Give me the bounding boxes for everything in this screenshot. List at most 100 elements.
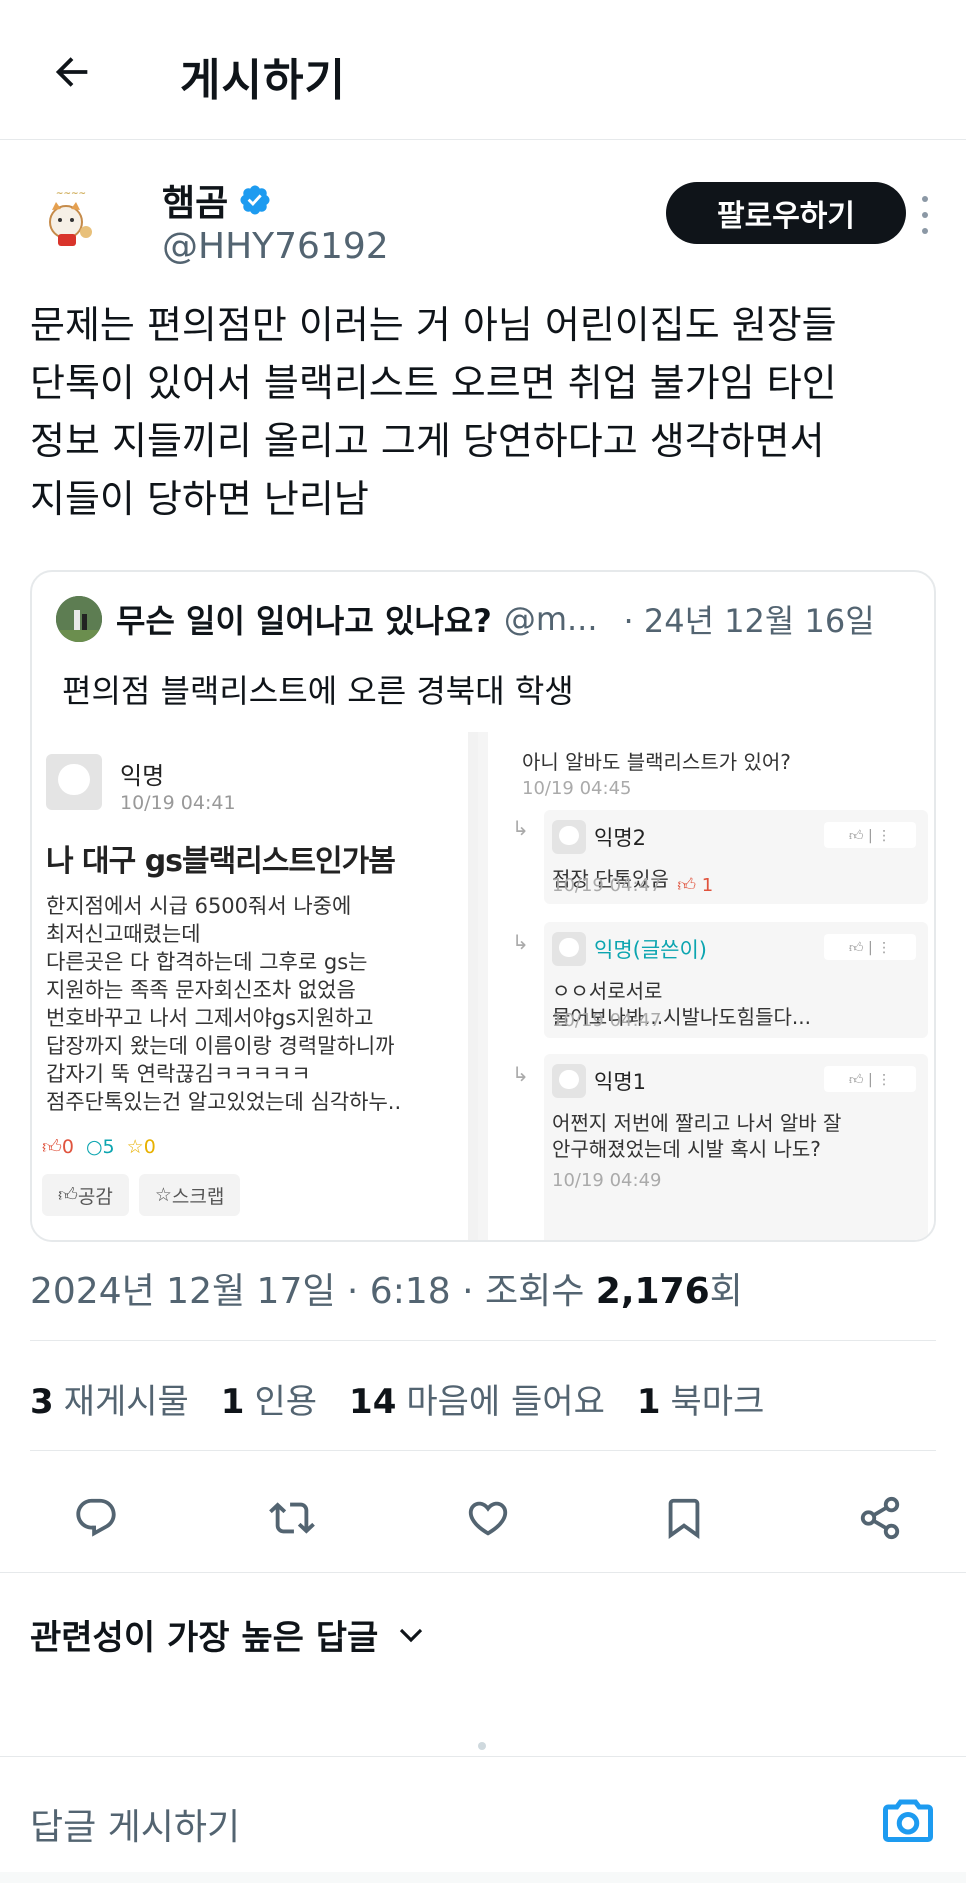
divider (0, 1572, 966, 1573)
star-icon: ☆ (126, 1136, 144, 1158)
bottom-bar (0, 1872, 966, 1883)
likes-stat[interactable]: 14 마음에 들어요 (349, 1374, 605, 1423)
reply-text: 어쩐지 저번에 짤리고 나서 알바 잘 안구해졌었는데 시발 혹시 나도? (552, 1110, 841, 1162)
post-likes: 👍︎0 (42, 1136, 74, 1159)
svg-text:~~~~: ~~~~ (56, 189, 86, 199)
post-author: 익명 (120, 762, 165, 790)
post-body-line: 갑자기 뚝 연락끊김ㅋㅋㅋㅋㅋ (46, 1062, 311, 1086)
quoted-author-name: 무슨 일이 일어나고 있나요? (116, 602, 492, 640)
post-avatar (46, 754, 102, 810)
quotes-count: 1 (220, 1382, 245, 1422)
likes-label: 마음에 들어요 (406, 1382, 605, 1422)
scrap-label: 스크랩 (171, 1185, 225, 1208)
quoted-avatar (56, 596, 102, 642)
reply-tools: 👍︎ | ⋮ (824, 934, 916, 960)
reply-author: 익명2 (594, 826, 647, 850)
engagement-stats: 3 재게시물 1 인용 14 마음에 들어요 1 북마크 (30, 1374, 764, 1423)
quoted-text: 편의점 블랙리스트에 오른 경북대 학생 (62, 672, 574, 710)
reply-text-line: 어쩐지 저번에 짤리고 나서 알바 잘 (552, 1111, 842, 1135)
retweet-button[interactable] (256, 1482, 328, 1554)
page-title: 게시하기 (180, 55, 346, 106)
tweet-line: 문제는 편의점만 이러는 거 아님 어린이집도 원장들 (30, 303, 837, 347)
bookmarks-label: 북마크 (670, 1382, 765, 1422)
tweet-line: 정보 지들끼리 올리고 그게 당연하다고 생각하면서 (30, 419, 825, 463)
reply-tools: 👍︎ | ⋮ (824, 1066, 916, 1092)
view-suffix: 회 (709, 1271, 743, 1312)
share-button[interactable] (844, 1482, 916, 1554)
empathy-label: 공감 (77, 1185, 113, 1208)
post-title: 나 대구 gs블랙리스트인가봄 (46, 844, 396, 879)
divider (30, 1450, 936, 1451)
bookmark-icon (668, 1498, 700, 1539)
tweet-line: 단톡이 있어서 블랙리스트 오르면 취업 불가임 타인 (30, 361, 837, 405)
quotes-stat[interactable]: 1 인용 (221, 1374, 317, 1423)
reply-input[interactable]: 답글 게시하기 (30, 1798, 240, 1850)
reply-time: 10/19 04:47 (552, 1010, 662, 1031)
chevron-down-icon (400, 1628, 423, 1642)
reply-meta: 10/19 04:49 (552, 1170, 661, 1191)
reply-sort-label: 관련성이 가장 높은 답글 (30, 1618, 379, 1658)
quoted-image[interactable]: 익명 10/19 04:41 나 대구 gs블랙리스트인가봄 한지점에서 시급 … (32, 732, 934, 1240)
post-scraps-count: 0 (143, 1136, 156, 1158)
reply-text-line: ㅇㅇ서로서로 (552, 979, 663, 1003)
divider (30, 1340, 936, 1341)
reply-time: 10/19 04:49 (552, 1170, 662, 1191)
reply-text-line: 안구해졌었는데 시발 혹시 나도? (552, 1137, 821, 1161)
bookmark-button[interactable] (648, 1482, 720, 1554)
tweet-line: 지들이 당하면 난리남 (30, 477, 369, 521)
post-body-line: 번호바꾸고 나서 그제서야gs지원하고 (46, 1006, 374, 1030)
quoted-tweet-header: 무슨 일이 일어나고 있나요? @m... · 24년 12월 16일 (56, 594, 875, 644)
author-name[interactable]: 햄곰 (162, 174, 272, 226)
more-options-button[interactable] (910, 190, 940, 240)
post-body-line: 최저신고때렸는데 (46, 922, 201, 946)
reply-item: 익명(글쓴이) 👍︎ | ⋮ ㅇㅇ서로서로 물어보나봐...시발나도힘들다...… (544, 922, 928, 1038)
share-icon (860, 1496, 900, 1540)
quoted-author-handle: @m... (503, 600, 598, 638)
author-handle[interactable]: @HHY76192 (162, 226, 389, 267)
divider (0, 1756, 966, 1757)
reply-arrow-icon: ↳ (512, 930, 529, 954)
comment-time: 10/19 04:45 (522, 778, 632, 799)
post-buttons: 👍︎ 공감 ☆ 스크랩 (42, 1174, 241, 1216)
reply-meta: 10/19 04:47 (552, 1010, 661, 1031)
reply-likes: 👍︎ 1 (677, 875, 714, 896)
post-likes-count: 0 (61, 1136, 74, 1158)
comment-icon: ○ (85, 1136, 103, 1158)
quoted-tweet[interactable]: 무슨 일이 일어나고 있나요? @m... · 24년 12월 16일 편의점 … (30, 570, 936, 1242)
reply-time: 10/19 04:47 (552, 875, 662, 896)
post-body-line: 지원하는 족족 문자회신조차 없었음 (46, 978, 356, 1002)
follow-button[interactable]: 팔로우하기 (666, 182, 906, 244)
community-comments: 아니 알바도 블랙리스트가 있어? 10/19 04:45 ↳ 익명2 👍︎ |… (488, 732, 934, 1240)
camera-button[interactable] (878, 1792, 938, 1852)
reply-icon (76, 1498, 116, 1537)
view-count: 2,176 (595, 1271, 710, 1312)
reply-tools: 👍︎ | ⋮ (824, 822, 916, 848)
back-button[interactable] (40, 40, 104, 104)
post-comments-count: 5 (102, 1136, 115, 1158)
reply-author: 익명1 (594, 1070, 647, 1094)
post-stats: 👍︎0 ○5 ☆0 (42, 1136, 156, 1159)
drag-handle[interactable] (478, 1742, 486, 1750)
like-button[interactable] (452, 1482, 524, 1554)
bookmarks-count: 1 (636, 1382, 661, 1422)
reply-button[interactable] (60, 1482, 132, 1554)
camera-icon (883, 1799, 933, 1842)
quoted-date: · 24년 12월 16일 (623, 602, 875, 640)
post-body-line: 답장까지 왔는데 이름이랑 경력말하니까 (46, 1034, 395, 1058)
post-body-line: 한지점에서 시급 6500줘서 나중에 (46, 894, 352, 918)
bookmarks-stat[interactable]: 1 북마크 (637, 1374, 765, 1423)
empathy-button: 👍︎ 공감 (42, 1174, 129, 1216)
avatar[interactable]: ~~~~ (30, 178, 112, 260)
quotes-label: 인용 (254, 1382, 318, 1422)
reply-arrow-icon: ↳ (512, 1062, 529, 1086)
reply-sort-dropdown[interactable]: 관련성이 가장 높은 답글 (30, 1610, 426, 1659)
arrow-left-icon (55, 57, 88, 87)
likes-count: 14 (349, 1382, 397, 1422)
retweets-stat[interactable]: 3 재게시물 (30, 1374, 189, 1423)
post-comments: ○5 (86, 1136, 115, 1159)
post-body-line: 점주단톡있는건 알고있었는데 심각하누.. (46, 1090, 402, 1114)
reply-avatar (552, 1064, 586, 1098)
author-row: ~~~~ 햄곰 @HHY76192 팔로우하기 (30, 170, 936, 280)
reply-likes-count: 1 (701, 875, 714, 896)
reply-item: 익명1 👍︎ | ⋮ 어쩐지 저번에 짤리고 나서 알바 잘 안구해졌었는데 시… (544, 1054, 928, 1240)
